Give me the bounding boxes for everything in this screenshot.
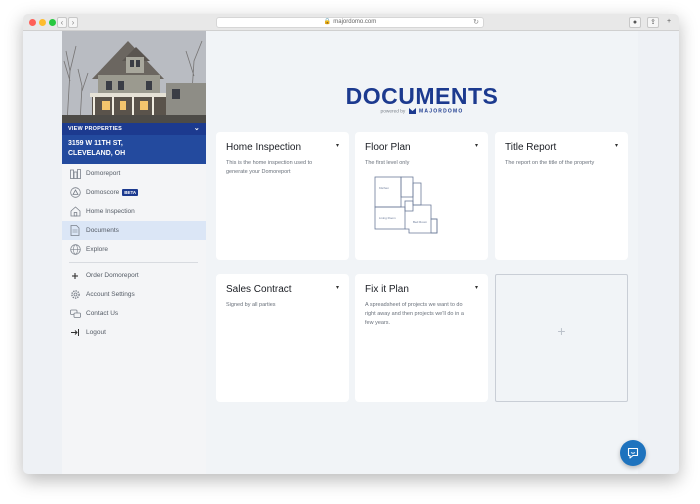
house-photo-illustration — [62, 31, 206, 123]
document-card-sales-contract[interactable]: Sales Contract ▾ Signed by all parties — [216, 274, 349, 402]
card-title: Floor Plan — [365, 142, 411, 153]
chat-bubbles-icon — [69, 308, 81, 320]
view-properties-button[interactable]: VIEW PROPERTIES ⌄ — [62, 123, 206, 135]
forward-icon[interactable]: › — [68, 17, 78, 28]
maximize-window-button[interactable] — [49, 19, 56, 26]
card-menu-icon[interactable]: ▾ — [336, 284, 339, 291]
browser-toolbar: ‹ › 🔒 majordomo.com ↻ ● ⇪ + — [23, 14, 679, 31]
url-text: majordomo.com — [333, 19, 377, 25]
card-menu-icon[interactable]: ▾ — [615, 142, 618, 149]
browser-window: ‹ › 🔒 majordomo.com ↻ ● ⇪ + VIEW PROPERT… — [23, 14, 679, 474]
document-icon — [69, 225, 81, 237]
card-title: Title Report — [505, 142, 557, 153]
majordomo-logo-icon — [408, 108, 416, 114]
sidebar-item-contact-us[interactable]: Contact Us — [62, 304, 206, 323]
add-document-button[interactable]: + — [495, 274, 628, 402]
gear-icon — [69, 289, 81, 301]
card-menu-icon[interactable]: ▾ — [475, 284, 478, 291]
card-description: The report on the title of the property — [505, 160, 595, 166]
card-menu-icon[interactable]: ▾ — [475, 142, 478, 149]
chevron-down-icon: ⌄ — [193, 125, 200, 132]
sidebar-item-label: Account Settings — [86, 291, 135, 298]
view-properties-label: VIEW PROPERTIES — [68, 126, 123, 132]
new-tab-icon[interactable]: + — [663, 17, 675, 28]
address-line-1: 3159 W 11TH ST, — [68, 140, 123, 147]
sidebar-item-label: Documents — [86, 227, 119, 234]
property-photo[interactable] — [62, 31, 206, 123]
score-icon — [69, 187, 81, 199]
beta-badge: BETA — [122, 189, 139, 196]
room-label-bed-room: Bed Room — [413, 220, 428, 224]
sidebar-divider — [69, 262, 198, 263]
document-card-home-inspection[interactable]: Home Inspection ▾ This is the home inspe… — [216, 132, 349, 260]
card-description: The first level only — [365, 160, 410, 166]
powered-by: powered by MAJORDOMO — [206, 108, 638, 114]
logout-icon — [69, 327, 81, 339]
sidebar-menu: Domoreport Domoscore BETA Home Inspectio… — [62, 164, 206, 342]
sidebar-item-label: Contact Us — [86, 310, 119, 317]
room-label-living-room: Living Room — [379, 216, 396, 220]
page: VIEW PROPERTIES ⌄ 3159 W 11TH ST, CLEVEL… — [62, 31, 638, 474]
sidebar-item-order-domoreport[interactable]: Order Domoreport — [62, 266, 206, 285]
plus-icon — [69, 270, 81, 282]
lock-icon: 🔒 — [323, 19, 332, 25]
chat-icon — [627, 447, 639, 459]
floor-plan-thumbnail: Kitchen Living Room Bed Room — [374, 176, 438, 234]
card-title: Home Inspection — [226, 142, 302, 153]
sidebar-item-label: Home Inspection — [86, 208, 135, 215]
card-menu-icon[interactable]: ▾ — [336, 142, 339, 149]
card-description: Signed by all parties — [226, 302, 276, 308]
sidebar-item-explore[interactable]: Explore — [62, 240, 206, 259]
sidebar-item-account-settings[interactable]: Account Settings — [62, 285, 206, 304]
address-line-2: CLEVELAND, OH — [68, 150, 126, 157]
sidebar-item-domoscore[interactable]: Domoscore BETA — [62, 183, 206, 202]
globe-icon — [69, 244, 81, 256]
report-icon — [69, 168, 81, 180]
share-icon[interactable]: ⇪ — [647, 17, 659, 28]
sidebar-item-label: Domoreport — [86, 170, 121, 177]
extension-icon[interactable]: ● — [629, 17, 641, 28]
card-description: This is the home inspection used to gene… — [226, 160, 313, 175]
back-icon[interactable]: ‹ — [57, 17, 67, 28]
sidebar-item-label: Explore — [86, 246, 109, 253]
room-label-kitchen: Kitchen — [379, 186, 389, 190]
page-title: DOCUMENTS — [345, 83, 499, 109]
brand-name: MAJORDOMO — [419, 108, 464, 115]
sidebar-item-logout[interactable]: Logout — [62, 323, 206, 342]
address-bar[interactable]: 🔒 majordomo.com ↻ — [216, 17, 484, 28]
document-card-title-report[interactable]: Title Report ▾ The report on the title o… — [495, 132, 628, 260]
sidebar-item-documents[interactable]: Documents — [62, 221, 206, 240]
sidebar-item-label: Order Domoreport — [86, 272, 139, 279]
chat-launcher-button[interactable] — [620, 440, 646, 466]
powered-by-label: powered by — [380, 109, 406, 115]
sidebar-item-domoreport[interactable]: Domoreport — [62, 164, 206, 183]
card-title: Fix it Plan — [365, 284, 409, 295]
property-address: 3159 W 11TH ST, CLEVELAND, OH — [62, 135, 206, 164]
close-window-button[interactable] — [29, 19, 36, 26]
card-title: Sales Contract — [226, 284, 292, 295]
reload-icon[interactable]: ↻ — [473, 18, 479, 27]
main-content: DOCUMENTS powered by MAJORDOMO Home Insp… — [206, 31, 638, 474]
house-icon — [69, 206, 81, 218]
plus-icon: + — [557, 323, 566, 339]
sidebar-item-label: Domoscore — [86, 189, 120, 196]
sidebar-item-label: Logout — [86, 329, 106, 336]
document-card-floor-plan[interactable]: Floor Plan ▾ The first level only Kitche… — [355, 132, 488, 260]
document-card-fix-it-plan[interactable]: Fix it Plan ▾ A spreadsheet of projects … — [355, 274, 488, 402]
card-description: A spreadsheet of projects we want to do … — [365, 302, 464, 326]
sidebar: VIEW PROPERTIES ⌄ 3159 W 11TH ST, CLEVEL… — [62, 31, 206, 474]
sidebar-item-home-inspection[interactable]: Home Inspection — [62, 202, 206, 221]
minimize-window-button[interactable] — [39, 19, 46, 26]
